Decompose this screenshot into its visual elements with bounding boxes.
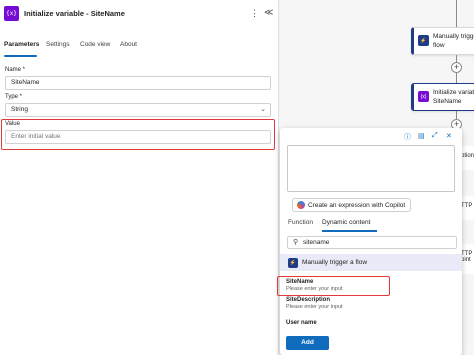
tab-about[interactable]: About <box>120 41 137 48</box>
tab-code-view[interactable]: Code view <box>80 41 110 48</box>
copilot-button-label: Create an expression with Copilot <box>308 201 406 209</box>
variable-icon: {x} <box>418 91 429 102</box>
connector-line <box>456 0 457 27</box>
partial-card[interactable]: TTP <box>460 196 474 220</box>
trigger-card[interactable]: ⚡ Manually trigge flow <box>411 27 474 55</box>
person-trigger-icon: ⚡ <box>418 35 429 46</box>
add-button[interactable]: Add <box>286 336 329 350</box>
token-user-name[interactable]: User name <box>286 320 456 326</box>
type-value: String <box>11 106 28 113</box>
popup-toolbar: ⓘ ▤ ⤢ ✕ <box>280 128 462 144</box>
tab-parameters[interactable]: Parameters <box>4 41 39 48</box>
token-sitedescription[interactable]: SiteDescription Please enter your input <box>286 297 456 310</box>
person-trigger-icon: ⚡ <box>288 258 298 268</box>
dynamic-content-popup: ⓘ ▤ ⤢ ✕ Create an expression with Copilo… <box>277 128 462 355</box>
variable-card-label: Initialize variab SiteName <box>433 89 474 105</box>
close-icon[interactable]: ✕ <box>446 132 452 140</box>
copilot-icon <box>297 201 305 209</box>
tab-settings[interactable]: Settings <box>46 41 70 48</box>
info-icon[interactable]: ⓘ <box>404 132 411 142</box>
connector-line <box>456 111 457 119</box>
group-label: Manually trigger a flow <box>302 259 368 266</box>
value-input[interactable] <box>11 133 270 140</box>
name-field[interactable]: SiteName <box>5 76 271 90</box>
initialize-variable-card[interactable]: {x} Initialize variab SiteName <box>411 83 474 111</box>
type-label: Type * <box>5 94 23 100</box>
active-tab-indicator <box>322 230 377 232</box>
partial-card[interactable]: TTP oint <box>460 244 474 274</box>
tab-dynamic-content[interactable]: Dynamic content <box>322 219 370 226</box>
search-icon: ⚲ <box>293 239 299 246</box>
popup-tabs: Function Dynamic content <box>280 218 462 232</box>
action-details-panel: {x} Initialize variable - SiteName ⋮ ≪ P… <box>0 0 279 355</box>
value-field[interactable] <box>5 130 271 144</box>
more-options-icon[interactable]: ⋮ <box>250 8 259 19</box>
trigger-group-header[interactable]: ⚡ Manually trigger a flow <box>280 254 462 271</box>
expand-icon[interactable]: ⤢ <box>432 132 438 140</box>
search-box[interactable]: ⚲ <box>287 236 457 249</box>
value-label: Value <box>5 121 20 127</box>
add-step-button[interactable]: + <box>451 62 462 73</box>
variable-icon: {x} <box>4 6 19 21</box>
collapse-panel-icon[interactable]: ≪ <box>264 7 273 18</box>
chevron-down-icon: ⌄ <box>260 106 266 113</box>
panel-tabs: Parameters Settings Code view About <box>0 40 279 57</box>
search-input[interactable] <box>303 237 443 248</box>
panel-header: {x} Initialize variable - SiteName ⋮ ≪ <box>0 0 279 32</box>
expression-editor[interactable] <box>287 145 455 192</box>
active-tab-indicator <box>4 55 37 57</box>
page-icon[interactable]: ▤ <box>418 132 425 140</box>
copilot-expression-button[interactable]: Create an expression with Copilot <box>292 198 412 212</box>
type-select[interactable]: String ⌄ <box>5 103 271 117</box>
tab-function[interactable]: Function <box>288 219 313 226</box>
name-value: SiteName <box>11 79 40 86</box>
partial-card[interactable]: ption <box>460 146 474 170</box>
panel-title: Initialize variable - SiteName <box>24 9 125 18</box>
trigger-card-label: Manually trigge flow <box>433 33 474 49</box>
token-sitename[interactable]: SiteName Please enter your input <box>286 279 456 292</box>
name-label: Name * <box>5 67 26 73</box>
